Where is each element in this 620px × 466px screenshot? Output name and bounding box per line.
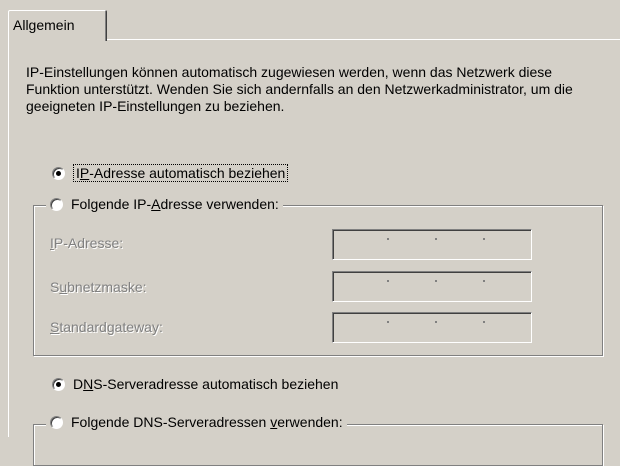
radio-dns-manual-indicator[interactable] (50, 415, 63, 429)
octet-separator (435, 280, 437, 282)
radio-dns-manual-label: Folgende DNS-Serveradressen verwenden: (71, 414, 343, 430)
accelerator-key: u (59, 279, 68, 295)
octet-separator (483, 238, 485, 240)
accelerator-key: S (50, 319, 60, 335)
octet-separator (387, 238, 389, 240)
label-part: P-Adresse: (53, 235, 124, 251)
subnet-mask-field[interactable] (332, 271, 532, 302)
label-part: Folgende IP- (71, 196, 152, 212)
octet-separator (483, 280, 485, 282)
radio-dns-auto-label: DNS-Serveradresse automatisch beziehen (73, 376, 338, 392)
description-text: IP-Einstellungen können automatisch zuge… (26, 64, 573, 114)
subnet-mask-label: Subnetzmaske: (50, 279, 147, 295)
octet-separator (435, 321, 437, 323)
radio-dns-manual[interactable]: Folgende DNS-Serveradressen verwenden: (46, 414, 347, 430)
accelerator-key: N (83, 376, 94, 392)
radio-ip-manual-indicator[interactable] (50, 197, 63, 211)
octet-separator (387, 321, 389, 323)
tab-allgemein-label: Allgemein (13, 17, 75, 33)
label-part: bnetzmaske: (67, 279, 147, 295)
default-gateway-field[interactable] (332, 312, 532, 343)
radio-ip-auto-label: IP-Adresse automatisch beziehen (73, 164, 289, 182)
label-part: Folgende DNS-Serveradressen (71, 414, 271, 430)
octet-separator (387, 280, 389, 282)
accelerator-key: P (79, 165, 90, 181)
default-gateway-label: Standardgateway: (50, 319, 163, 335)
dns-groupbox (33, 424, 603, 466)
radio-ip-manual[interactable]: Folgende IP-Adresse verwenden: (46, 196, 283, 212)
radio-dns-auto[interactable]: DNS-Serveradresse automatisch beziehen (52, 376, 339, 392)
label-part: dresse verwenden: (160, 196, 279, 212)
label-part: D (73, 376, 84, 392)
label-part: tandardgateway: (59, 319, 163, 335)
accelerator-key: A (151, 196, 161, 212)
ip-address-label: IP-Adresse: (50, 235, 123, 251)
radio-ip-auto[interactable]: IP-Adresse automatisch beziehen (52, 164, 289, 182)
tab-allgemein[interactable]: Allgemein (8, 10, 107, 41)
radio-ip-auto-indicator[interactable] (52, 166, 65, 180)
radio-dns-auto-indicator[interactable] (52, 377, 65, 391)
label-part: -Adresse automatisch beziehen (89, 165, 286, 181)
octet-separator (435, 238, 437, 240)
label-part: erwenden: (277, 414, 343, 430)
label-part: S (50, 279, 60, 295)
ip-address-field[interactable] (332, 229, 532, 260)
label-part: S-Serveradresse automatisch beziehen (93, 376, 339, 392)
octet-separator (483, 321, 485, 323)
radio-ip-manual-label: Folgende IP-Adresse verwenden: (71, 196, 279, 212)
